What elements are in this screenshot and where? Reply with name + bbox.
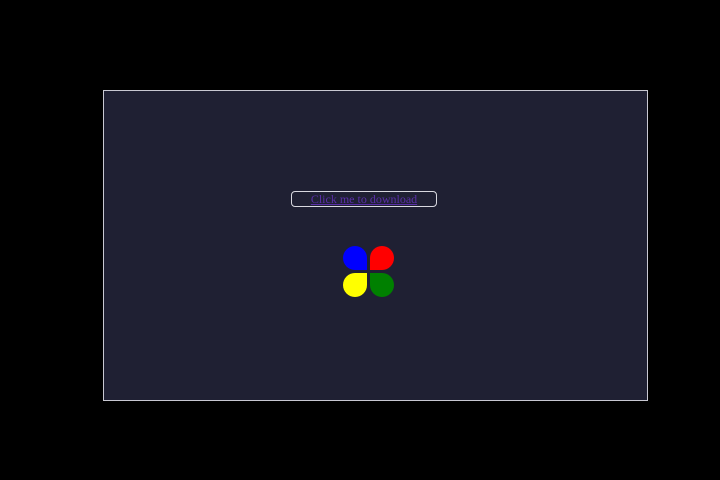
four-petal-spinner-icon	[343, 246, 395, 298]
blue-petal-icon	[343, 246, 367, 270]
yellow-petal-icon	[343, 273, 367, 297]
download-panel: Click me to download	[103, 90, 648, 401]
red-petal-icon	[370, 246, 394, 270]
download-link[interactable]: Click me to download	[291, 191, 437, 207]
green-petal-icon	[370, 273, 394, 297]
